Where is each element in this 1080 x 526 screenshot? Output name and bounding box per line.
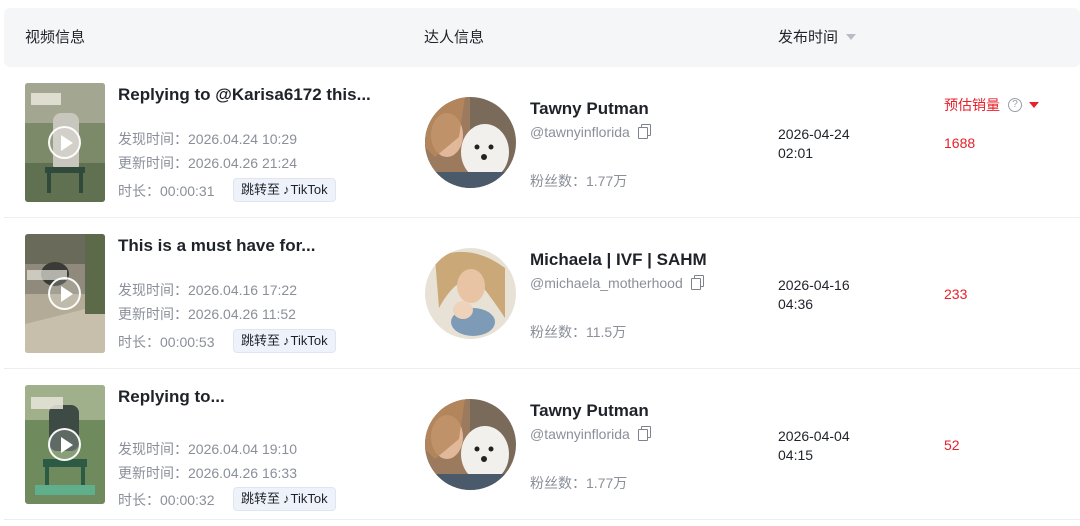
publish-date: 2026-04-16: [778, 277, 850, 293]
estimated-sales: 52: [944, 437, 960, 453]
table-row: This is a must have for... 发现时间：2026.04.…: [4, 218, 1080, 369]
fans-value: 1.77万: [586, 173, 628, 189]
duration-label: 时长：: [118, 183, 160, 199]
goto-tiktok-button[interactable]: 跳转至 ♪TikTok: [233, 487, 336, 511]
updated-value: 2026.04.26 11:52: [188, 306, 296, 322]
updated-time: 更新时间：2026.04.26 16:33: [118, 463, 297, 483]
duration-label: 时长：: [118, 334, 160, 350]
tiktok-label: TikTok: [290, 491, 328, 506]
duration: 时长：00:00:53: [118, 332, 215, 352]
copy-icon[interactable]: [637, 124, 651, 140]
creator-handle: @tawnyinflorida: [530, 124, 651, 140]
publish-date: 2026-04-24: [778, 126, 850, 142]
discovered-time: 发现时间：2026.04.16 17:22: [118, 280, 297, 300]
tiktok-label: TikTok: [290, 333, 328, 348]
updated-time: 更新时间：2026.04.26 11:52: [118, 304, 296, 324]
publish-time: 04:15: [778, 447, 814, 463]
duration: 时长：00:00:32: [118, 490, 215, 510]
creator-name[interactable]: Michaela | IVF | SAHM: [530, 250, 707, 270]
creator-name[interactable]: Tawny Putman: [530, 99, 649, 119]
goto-tiktok-button[interactable]: 跳转至 ♪TikTok: [233, 329, 336, 353]
publish-time-label: 发布时间: [778, 29, 839, 46]
video-title[interactable]: Replying to @Karisa6172 this...: [118, 85, 371, 105]
video-thumbnail[interactable]: [25, 83, 105, 202]
updated-time: 更新时间：2026.04.26 21:24: [118, 153, 297, 173]
discovered-value: 2026.04.04 19:10: [188, 441, 297, 457]
play-icon[interactable]: [48, 428, 81, 461]
fans-value: 1.77万: [586, 475, 628, 491]
updated-label: 更新时间：: [118, 155, 188, 171]
publish-datetime: 2026-04-04 04:15: [778, 427, 878, 465]
publish-datetime: 2026-04-24 02:01: [778, 125, 878, 163]
tiktok-icon: ♪: [283, 333, 290, 348]
column-header-publish-time[interactable]: 发布时间: [778, 8, 857, 67]
play-icon[interactable]: [48, 277, 81, 310]
discovered-label: 发现时间：: [118, 131, 188, 147]
video-thumbnail[interactable]: [25, 385, 105, 504]
publish-time: 02:01: [778, 145, 814, 161]
updated-label: 更新时间：: [118, 306, 188, 322]
play-icon[interactable]: [48, 126, 81, 159]
fan-count: 粉丝数：1.77万: [530, 171, 627, 191]
tiktok-icon: ♪: [283, 491, 290, 506]
creator-name[interactable]: Tawny Putman: [530, 401, 649, 421]
fan-count: 粉丝数：1.77万: [530, 473, 627, 493]
sort-caret-icon[interactable]: [846, 34, 857, 41]
discovered-label: 发现时间：: [118, 282, 188, 298]
duration: 时长：00:00:31: [118, 181, 215, 201]
discovered-value: 2026.04.24 10:29: [188, 131, 297, 147]
publish-datetime: 2026-04-16 04:36: [778, 276, 878, 314]
fans-value: 11.5万: [586, 324, 627, 340]
avatar[interactable]: [425, 399, 516, 490]
avatar[interactable]: [425, 97, 516, 188]
updated-value: 2026.04.26 16:33: [188, 465, 297, 481]
creator-handle: @michaela_motherhood: [530, 275, 704, 291]
fans-label: 粉丝数：: [530, 324, 586, 340]
table-row: Replying to... 发现时间：2026.04.04 19:10 更新时…: [4, 369, 1080, 520]
goto-tiktok-label: 跳转至: [241, 491, 281, 506]
fans-label: 粉丝数：: [530, 173, 586, 189]
updated-value: 2026.04.26 21:24: [188, 155, 297, 171]
goto-tiktok-label: 跳转至: [241, 182, 281, 197]
tiktok-icon: ♪: [283, 182, 290, 197]
video-title[interactable]: Replying to...: [118, 387, 225, 407]
video-table: 视频信息 达人信息 发布时间 预估销量? Replying to @Karisa…: [4, 8, 1080, 520]
video-thumbnail[interactable]: [25, 234, 105, 353]
estimated-sales: 233: [944, 286, 968, 302]
creator-handle: @tawnyinflorida: [530, 426, 651, 442]
duration-value: 00:00:32: [160, 492, 215, 508]
column-header-creator-info: 达人信息: [424, 29, 485, 46]
avatar[interactable]: [425, 248, 516, 339]
publish-time: 04:36: [778, 296, 814, 312]
tiktok-label: TikTok: [290, 182, 328, 197]
estimated-sales: 1688: [944, 135, 976, 151]
discovered-time: 发现时间：2026.04.24 10:29: [118, 129, 297, 149]
video-title[interactable]: This is a must have for...: [118, 236, 315, 256]
fans-label: 粉丝数：: [530, 475, 586, 491]
publish-date: 2026-04-04: [778, 428, 850, 444]
duration-label: 时长：: [118, 492, 160, 508]
discovered-label: 发现时间：: [118, 441, 188, 457]
duration-value: 00:00:31: [160, 183, 215, 199]
table-row: Replying to @Karisa6172 this... 发现时间：202…: [4, 67, 1080, 218]
discovered-time: 发现时间：2026.04.04 19:10: [118, 439, 297, 459]
discovered-value: 2026.04.16 17:22: [188, 282, 297, 298]
duration-value: 00:00:53: [160, 334, 215, 350]
table-header: 视频信息 达人信息 发布时间 预估销量?: [4, 8, 1080, 113]
copy-icon[interactable]: [690, 275, 704, 291]
fan-count: 粉丝数：11.5万: [530, 322, 626, 342]
updated-label: 更新时间：: [118, 465, 188, 481]
creator-handle-text: @tawnyinflorida: [530, 426, 630, 442]
goto-tiktok-button[interactable]: 跳转至 ♪TikTok: [233, 178, 336, 202]
goto-tiktok-label: 跳转至: [241, 333, 281, 348]
creator-handle-text: @michaela_motherhood: [530, 275, 683, 291]
creator-handle-text: @tawnyinflorida: [530, 124, 630, 140]
column-header-video-info: 视频信息: [25, 29, 86, 46]
copy-icon[interactable]: [637, 426, 651, 442]
